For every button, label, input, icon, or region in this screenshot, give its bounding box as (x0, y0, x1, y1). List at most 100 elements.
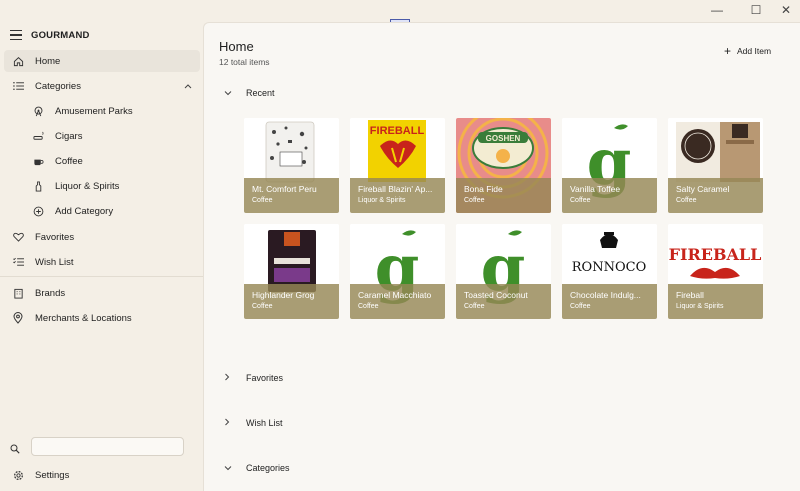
section-recent[interactable]: Recent (224, 88, 275, 98)
card-category: Coffee (464, 197, 485, 204)
search-icon (10, 441, 20, 459)
heart-icon (10, 232, 26, 242)
section-label: Wish List (246, 418, 283, 428)
minimize-icon: — (711, 3, 723, 17)
chevron-up-icon[interactable] (184, 81, 192, 91)
item-card[interactable]: GOSHEN Bona Fide Coffee (456, 118, 551, 213)
sidebar-item-label: Coffee (55, 155, 83, 167)
card-category: Coffee (570, 197, 591, 204)
sidebar-item-label: Categories (35, 80, 81, 92)
page-title: Home (219, 39, 254, 54)
home-icon (10, 56, 26, 67)
add-item-button[interactable]: + Add Item (724, 45, 771, 57)
main-content: Home 12 total items + Add Item Recent Mt… (203, 22, 800, 491)
hamburger-line (10, 38, 22, 40)
sidebar-item-favorites[interactable]: Favorites (4, 226, 200, 248)
card-title: Fireball (676, 290, 704, 300)
item-card[interactable]: RONNOCO Chocolate Indulg... Coffee (562, 224, 657, 319)
sidebar-divider (0, 276, 203, 277)
card-caption: Highlander Grog Coffee (244, 284, 339, 319)
hamburger-menu-button[interactable] (10, 30, 22, 40)
list-icon (10, 81, 26, 91)
card-caption: Salty Caramel Coffee (668, 178, 763, 213)
sidebar-item-wish-list[interactable]: Wish List (4, 251, 200, 273)
item-card[interactable]: FIREBALL Fireball Liquor & Spirits (668, 224, 763, 319)
search-input[interactable] (31, 437, 184, 456)
hamburger-line (10, 30, 22, 32)
card-title: Mt. Comfort Peru (252, 184, 317, 194)
item-card[interactable]: Mt. Comfort Peru Coffee (244, 118, 339, 213)
section-categories[interactable]: Categories (224, 463, 290, 473)
close-button[interactable]: ✕ (772, 0, 800, 20)
logo-text: GOSHEN (486, 134, 521, 143)
chevron-right-icon (224, 373, 234, 383)
card-category: Coffee (570, 303, 591, 310)
item-card[interactable]: g Vanilla Toffee Coffee (562, 118, 657, 213)
app-title: GOURMAND (31, 30, 90, 41)
chevron-down-icon (224, 89, 234, 98)
sidebar-item-add-category[interactable]: Add Category (4, 200, 200, 222)
cigar-icon (30, 131, 46, 142)
sidebar-item-label: Wish List (35, 256, 74, 268)
sidebar-item-label: Brands (35, 287, 66, 299)
maximize-icon: ☐ (750, 3, 762, 17)
chevron-down-icon (224, 464, 234, 473)
card-category: Liquor & Spirits (358, 197, 406, 204)
card-category: Coffee (676, 197, 697, 204)
section-label: Favorites (246, 373, 284, 383)
card-caption: Caramel Macchiato Coffee (350, 284, 445, 319)
sidebar: GOURMAND Home Categories Amusement Parks (0, 22, 203, 491)
maximize-button[interactable]: ☐ (742, 0, 770, 20)
bottle-icon (30, 180, 46, 192)
sidebar-item-brands[interactable]: Brands (4, 282, 200, 304)
sidebar-item-label: Cigars (55, 130, 83, 142)
logo-text: FIREBALL (370, 125, 425, 137)
add-item-label: Add Item (737, 46, 772, 56)
card-category: Coffee (252, 197, 273, 204)
sidebar-item-label: Liquor & Spirits (55, 180, 120, 192)
card-caption: Mt. Comfort Peru Coffee (244, 178, 339, 213)
plus-icon: + (724, 44, 732, 58)
coffee-cup-icon (30, 156, 46, 167)
sidebar-item-categories[interactable]: Categories (4, 75, 200, 97)
card-caption: Chocolate Indulg... Coffee (562, 284, 657, 319)
sidebar-item-home[interactable]: Home (4, 50, 200, 72)
sidebar-item-label: Home (35, 55, 61, 67)
chevron-right-icon (224, 418, 234, 428)
item-card[interactable]: Highlander Grog Coffee (244, 224, 339, 319)
close-icon: ✕ (780, 3, 792, 17)
section-favorites[interactable]: Favorites (224, 373, 283, 383)
card-title: Chocolate Indulg... (570, 290, 641, 300)
sidebar-item-merchants[interactable]: Merchants & Locations (4, 307, 200, 329)
section-wish-list[interactable]: Wish List (224, 418, 283, 428)
item-card[interactable]: g Caramel Macchiato Coffee (350, 224, 445, 319)
add-circle-icon (30, 206, 46, 217)
card-category: Coffee (358, 303, 379, 310)
sidebar-item-label: Merchants & Locations (35, 312, 132, 324)
app-window: — ☐ ✕ GOURMAND Home Categories Amusement… (0, 0, 800, 491)
item-card[interactable]: Salty Caramel Coffee (668, 118, 763, 213)
card-category: Coffee (252, 303, 273, 310)
item-card[interactable]: FIREBALL Fireball Blazin' Ap... Liquor &… (350, 118, 445, 213)
card-title: Salty Caramel (676, 184, 730, 194)
item-card[interactable]: g Toasted Coconut Coffee (456, 224, 551, 319)
card-caption: Bona Fide Coffee (456, 178, 551, 213)
sidebar-item-amusement-parks[interactable]: Amusement Parks (4, 100, 200, 122)
sidebar-item-coffee[interactable]: Coffee (4, 150, 200, 172)
card-caption: Toasted Coconut Coffee (456, 284, 551, 319)
sidebar-item-liquor-spirits[interactable]: Liquor & Spirits (4, 175, 200, 197)
logo-text: RONNOCO (572, 260, 646, 275)
card-title: Toasted Coconut (464, 290, 528, 300)
sidebar-item-cigars[interactable]: Cigars (4, 125, 200, 147)
card-title: Caramel Macchiato (358, 290, 432, 300)
sidebar-item-label: Favorites (35, 231, 75, 243)
card-caption: Fireball Blazin' Ap... Liquor & Spirits (350, 178, 445, 213)
sidebar-item-label: Amusement Parks (55, 105, 133, 117)
ferris-wheel-icon (30, 106, 46, 117)
card-category: Coffee (464, 303, 485, 310)
settings-button[interactable]: Settings (4, 464, 200, 486)
settings-label: Settings (35, 469, 70, 481)
minimize-button[interactable]: — (703, 0, 731, 20)
card-caption: Fireball Liquor & Spirits (668, 284, 763, 319)
total-count: 12 total items (219, 57, 270, 67)
